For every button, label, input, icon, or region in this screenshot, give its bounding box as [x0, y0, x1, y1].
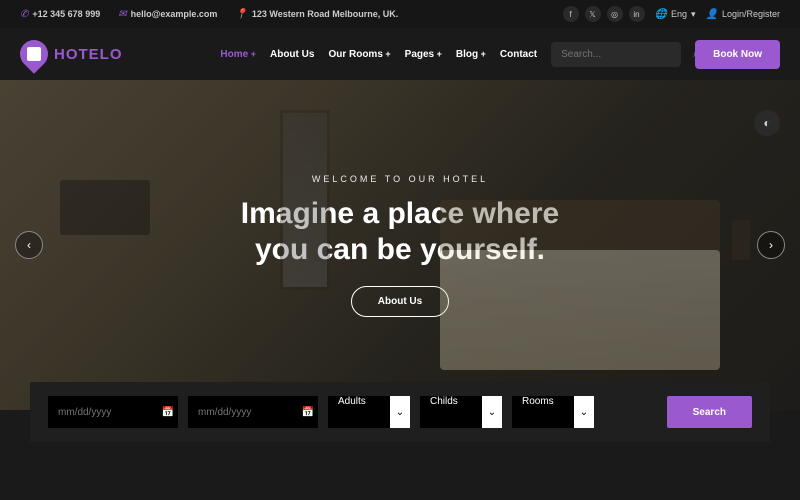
nav-rooms[interactable]: Our Rooms + [328, 49, 390, 60]
moon-icon: ◐ [763, 116, 770, 130]
email[interactable]: ✉hello@example.com [118, 9, 217, 20]
chevron-down-icon[interactable]: ⌄ [574, 396, 594, 428]
checkout-input[interactable] [188, 396, 298, 428]
login-link[interactable]: 👤Login/Register [706, 9, 781, 20]
navbar: HOTELO Home + About Us Our Rooms + Pages… [0, 28, 800, 80]
nav-about[interactable]: About Us [270, 49, 314, 60]
adults-select[interactable]: Adults [328, 396, 390, 428]
facebook-icon[interactable]: f [563, 6, 579, 22]
book-now-button[interactable]: Book Now [695, 40, 780, 69]
phone[interactable]: ✆+12 345 678 999 [20, 9, 100, 20]
x-icon[interactable]: 𝕏 [585, 6, 601, 22]
nav-home[interactable]: Home + [220, 49, 256, 60]
nav-links: Home + About Us Our Rooms + Pages + Blog… [220, 49, 537, 60]
calendar-icon[interactable]: 📅 [298, 396, 318, 428]
carousel-prev[interactable]: ‹ [15, 231, 43, 259]
chevron-down-icon[interactable]: ⌄ [390, 396, 410, 428]
rooms-select[interactable]: Rooms [512, 396, 574, 428]
top-bar: ✆+12 345 678 999 ✉hello@example.com 📍123… [0, 0, 800, 28]
pin-icon: 📍 [235, 9, 247, 20]
address: 📍123 Western Road Melbourne, UK. [235, 9, 398, 20]
phone-icon: ✆ [20, 9, 28, 20]
calendar-icon[interactable]: 📅 [158, 396, 178, 428]
hero: ◐ ‹ › WELCOME TO OUR HOTEL Imagine a pla… [0, 80, 800, 410]
language-selector[interactable]: 🌐Eng▾ [655, 9, 696, 20]
dark-mode-toggle[interactable]: ◐ [754, 110, 780, 136]
rooms-field[interactable]: Rooms ⌄ [512, 396, 594, 428]
user-icon: 👤 [706, 9, 718, 20]
search-box[interactable]: ⌕ [551, 42, 681, 67]
linkedin-icon[interactable]: in [629, 6, 645, 22]
nav-pages[interactable]: Pages + [405, 49, 442, 60]
booking-search-button[interactable]: Search [667, 396, 752, 428]
globe-icon: 🌐 [655, 9, 667, 20]
booking-bar: 📅 📅 Adults ⌄ Childs ⌄ Rooms ⌄ Search [30, 382, 770, 442]
search-input[interactable] [561, 49, 693, 60]
chevron-right-icon: › [769, 238, 773, 252]
mail-icon: ✉ [118, 9, 126, 20]
hero-subtitle: WELCOME TO OUR HOTEL [312, 174, 488, 184]
logo-text: HOTELO [54, 46, 123, 63]
carousel-next[interactable]: › [757, 231, 785, 259]
nav-blog[interactable]: Blog + [456, 49, 486, 60]
childs-select[interactable]: Childs [420, 396, 482, 428]
hero-background [0, 80, 800, 410]
instagram-icon[interactable]: ◎ [607, 6, 623, 22]
nav-contact[interactable]: Contact [500, 49, 537, 60]
childs-field[interactable]: Childs ⌄ [420, 396, 502, 428]
chevron-down-icon[interactable]: ⌄ [482, 396, 502, 428]
checkout-field[interactable]: 📅 [188, 396, 318, 428]
logo[interactable]: HOTELO [20, 40, 123, 68]
adults-field[interactable]: Adults ⌄ [328, 396, 410, 428]
chevron-down-icon: ▾ [691, 9, 696, 20]
logo-icon [14, 34, 54, 74]
checkin-field[interactable]: 📅 [48, 396, 178, 428]
chevron-left-icon: ‹ [27, 238, 31, 252]
social-links: f 𝕏 ◎ in [563, 6, 645, 22]
checkin-input[interactable] [48, 396, 158, 428]
